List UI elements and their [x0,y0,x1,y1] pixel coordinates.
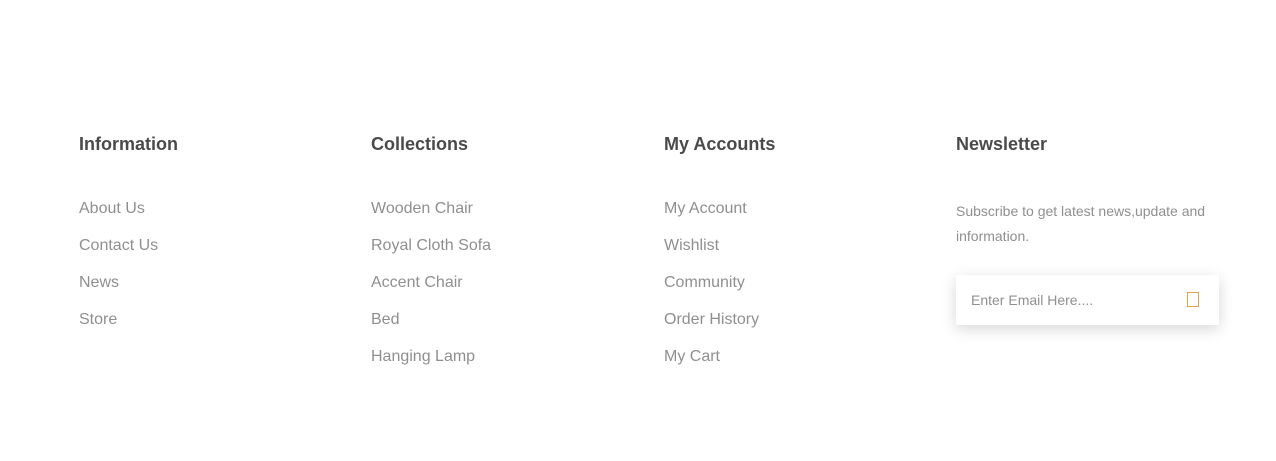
list-item: Wooden Chair [371,197,631,234]
column-title: My Accounts [664,134,776,154]
list-item: News [79,271,339,308]
link-community[interactable]: Community [664,274,745,291]
list-item: My Cart [664,345,924,382]
link-about-us[interactable]: About Us [79,200,145,217]
link-news[interactable]: News [79,274,119,291]
column-title: Newsletter [956,134,1048,154]
footer-column-newsletter: Newsletter Subscribe to get latest news,… [956,132,1220,325]
list-item: My Account [664,197,924,234]
newsletter-form [956,275,1219,325]
list-item: Order History [664,308,924,345]
column-title: Collections [371,134,469,154]
link-list: About Us Contact Us News Store [79,197,339,345]
footer-column-collections: Collections Wooden Chair Royal Cloth Sof… [371,132,631,382]
link-my-cart[interactable]: My Cart [664,348,720,365]
email-input[interactable] [956,275,1173,325]
list-item: Accent Chair [371,271,631,308]
send-icon [1187,292,1199,307]
footer-column-my-accounts: My Accounts My Account Wishlist Communit… [664,132,924,382]
list-item: Bed [371,308,631,345]
column-title: Information [79,134,178,154]
link-list: Wooden Chair Royal Cloth Sofa Accent Cha… [371,197,631,382]
footer-column-information: Information About Us Contact Us News Sto… [79,132,339,345]
link-accent-chair[interactable]: Accent Chair [371,274,463,291]
link-order-history[interactable]: Order History [664,311,759,328]
link-wooden-chair[interactable]: Wooden Chair [371,200,473,217]
list-item: Store [79,308,339,345]
subscribe-button[interactable] [1187,292,1199,307]
link-royal-cloth-sofa[interactable]: Royal Cloth Sofa [371,237,491,254]
site-footer: Information About Us Contact Us News Sto… [0,0,1276,461]
list-item: Wishlist [664,234,924,271]
newsletter-description: Subscribe to get latest news,update and … [956,203,1206,244]
link-list: My Account Wishlist Community Order Hist… [664,197,924,382]
link-wishlist[interactable]: Wishlist [664,237,719,254]
link-hanging-lamp[interactable]: Hanging Lamp [371,348,475,365]
list-item: Contact Us [79,234,339,271]
link-my-account[interactable]: My Account [664,200,747,217]
list-item: Royal Cloth Sofa [371,234,631,271]
link-store[interactable]: Store [79,311,117,328]
link-contact-us[interactable]: Contact Us [79,237,158,254]
link-bed[interactable]: Bed [371,311,399,328]
list-item: Community [664,271,924,308]
list-item: Hanging Lamp [371,345,631,382]
list-item: About Us [79,197,339,234]
